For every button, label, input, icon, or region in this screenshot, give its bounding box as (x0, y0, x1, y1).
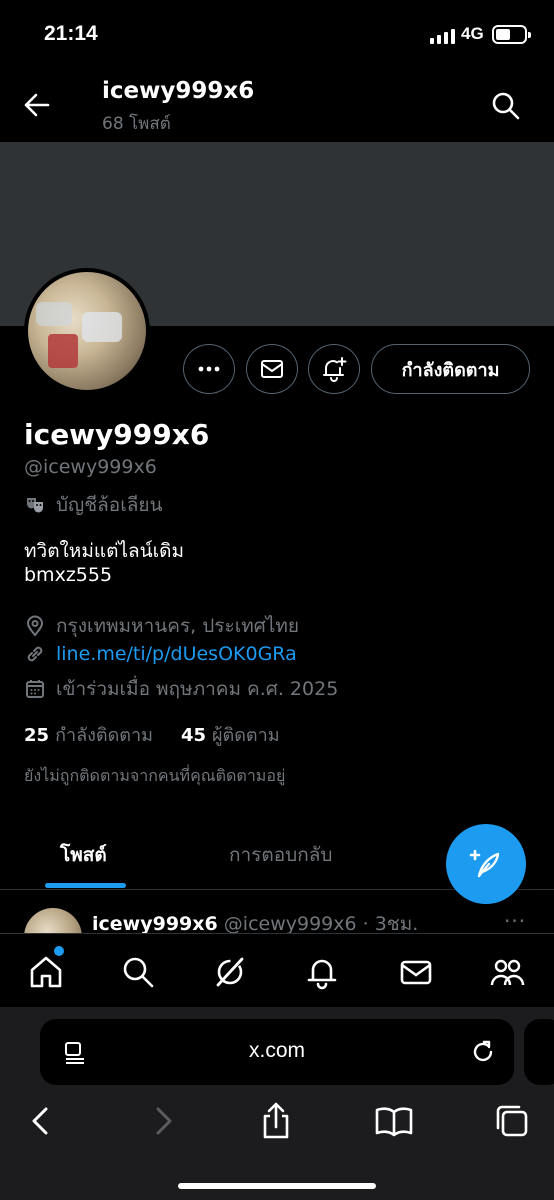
profile-header-bar: icewy999x6 68 โพสต์ (0, 70, 554, 142)
network-type: 4G (461, 24, 484, 43)
profile-joined: เข้าร่วมเมื่อ พฤษภาคม ค.ศ. 2025 (24, 674, 338, 704)
location-text: กรุงเทพมหานคร, ประเทศไทย (56, 615, 299, 637)
more-dots-icon (198, 366, 220, 372)
header-title: icewy999x6 (102, 78, 255, 104)
following-label: กำลังติดตาม (55, 725, 153, 746)
search-icon[interactable] (490, 90, 522, 122)
active-tab-indicator (45, 883, 126, 888)
followers-label: ผู้ติดตาม (212, 725, 280, 746)
profile-avatar[interactable] (24, 268, 150, 394)
share-icon[interactable] (256, 1101, 296, 1141)
profile-handle: @icewy999x6 (24, 456, 157, 478)
browser-forward-icon[interactable] (142, 1101, 182, 1141)
profile-link-row: line.me/ti/p/dUesOK0GRa (24, 643, 297, 665)
more-options-button[interactable] (183, 344, 235, 394)
joined-text: เข้าร่วมเมื่อ พฤษภาคม ค.ศ. 2025 (56, 678, 339, 700)
url-text: x.com (248, 1039, 305, 1062)
bell-plus-icon (323, 357, 347, 382)
location-pin-icon (26, 615, 44, 637)
tabs-icon[interactable] (492, 1101, 532, 1141)
bottom-nav (0, 933, 554, 1007)
compose-feather-icon (469, 849, 500, 878)
calendar-icon (26, 680, 44, 698)
compose-button[interactable] (446, 824, 526, 904)
status-bar: 21:14 4G (0, 0, 554, 70)
status-time: 21:14 (44, 22, 98, 45)
tab-posts[interactable]: โพสต์ (60, 840, 107, 870)
followers-link[interactable]: 45 ผู้ติดตาม (181, 720, 280, 749)
battery-icon (492, 25, 531, 44)
signal-icon (430, 28, 455, 44)
not-followed-note: ยังไม่ถูกติดตามจากคนที่คุณติดตามอยู่ (24, 766, 286, 785)
home-icon[interactable] (28, 954, 64, 990)
back-arrow-icon[interactable] (20, 90, 54, 120)
profile-location: กรุงเทพมหานคร, ประเทศไทย (24, 611, 299, 641)
profile-display-name: icewy999x6 (24, 418, 210, 451)
parody-label: บัญชีล้อเลียน (56, 494, 163, 516)
following-button[interactable]: กำลังติดตาม (371, 344, 530, 394)
browser-toolbar: x.com (0, 1007, 554, 1200)
search-nav-icon[interactable] (120, 954, 156, 990)
notify-button[interactable] (308, 344, 360, 394)
tweet-header: icewy999x6 @icewy999x6 · 3ชม. (92, 909, 418, 933)
home-notification-dot (54, 946, 64, 956)
following-count: 25 (24, 725, 50, 746)
communities-icon[interactable] (489, 954, 525, 990)
notifications-icon[interactable] (304, 954, 340, 990)
message-button[interactable] (246, 344, 298, 394)
tweet-handle-time: @icewy999x6 · 3ชม. (223, 913, 419, 933)
theater-masks-icon (27, 498, 43, 513)
bio-line-1: ทวิตใหม่แต่ไลน์เดิม (24, 540, 184, 562)
bio-line-2: bmxz555 (24, 564, 113, 586)
link-icon (27, 646, 43, 662)
tweet-more-icon[interactable]: ··· (504, 909, 526, 933)
mail-icon (261, 360, 283, 378)
tab-replies[interactable]: การตอบกลับ (229, 840, 332, 870)
profile-link[interactable]: line.me/ti/p/dUesOK0GRa (56, 643, 297, 665)
followers-count: 45 (180, 725, 206, 746)
follow-stats: 25 กำลังติดตาม 45 ผู้ติดตาม (24, 720, 280, 749)
grok-icon[interactable] (212, 954, 248, 990)
header-post-count: 68 โพสต์ (102, 114, 171, 134)
reload-icon[interactable] (470, 1039, 496, 1065)
messages-icon[interactable] (398, 954, 434, 990)
tweet-avatar[interactable] (24, 908, 82, 933)
following-link[interactable]: 25 กำลังติดตาม (24, 720, 153, 749)
parody-badge: บัญชีล้อเลียน (24, 490, 162, 520)
browser-back-icon[interactable] (22, 1101, 62, 1141)
address-bar[interactable]: x.com (40, 1019, 514, 1085)
next-tab-peek[interactable] (524, 1019, 554, 1085)
bookmarks-icon[interactable] (374, 1101, 414, 1141)
tweet-author: icewy999x6 (92, 913, 218, 933)
home-indicator[interactable] (178, 1183, 376, 1189)
